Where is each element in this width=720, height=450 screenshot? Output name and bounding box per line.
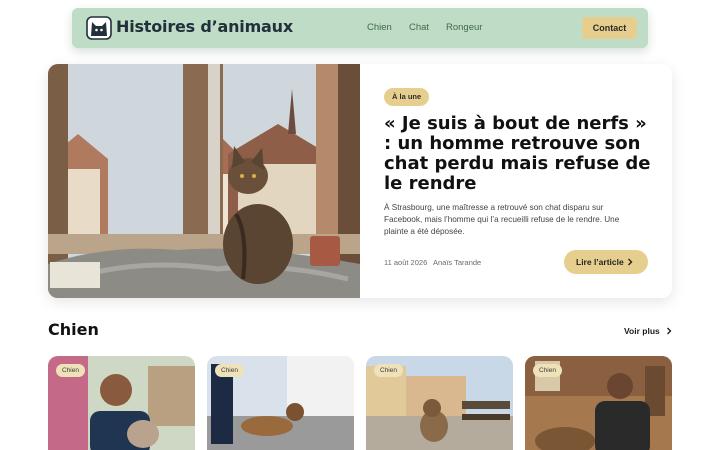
card-category-tag: Chien xyxy=(56,364,85,377)
featured-badge: À la une xyxy=(384,88,430,106)
section-title: Chien xyxy=(48,320,99,339)
featured-article-card[interactable]: À la une « Je suis à bout de nerfs » : u… xyxy=(48,64,672,298)
nav-link-rongeur[interactable]: Rongeur xyxy=(446,22,482,33)
card-category-tag: Chien xyxy=(374,364,403,377)
cat-face-icon[interactable] xyxy=(86,16,112,40)
featured-article-title[interactable]: « Je suis à bout de nerfs » : un homme r… xyxy=(384,114,654,194)
card-category-tag: Chien xyxy=(215,364,244,377)
site-brand[interactable]: Histoires d’animaux xyxy=(116,17,293,36)
nav-link-chat[interactable]: Chat xyxy=(409,22,429,33)
article-card[interactable]: Chien xyxy=(525,356,672,450)
see-more-label: Voir plus xyxy=(624,326,660,336)
see-more-link[interactable]: Voir plus xyxy=(624,326,672,336)
contact-button[interactable]: Contact xyxy=(582,17,637,39)
article-card[interactable]: Chien xyxy=(207,356,354,450)
article-card[interactable]: Chien xyxy=(366,356,513,450)
article-date: 11 août 2026 xyxy=(384,258,428,267)
article-card[interactable]: Chien xyxy=(48,356,195,450)
nav-link-chien[interactable]: Chien xyxy=(367,22,392,33)
featured-article-description: À Strasbourg, une maîtresse a retrouvé s… xyxy=(384,203,620,236)
chevron-right-icon xyxy=(667,327,672,335)
read-article-label: Lire l’article xyxy=(576,257,624,267)
site-header: Histoires d’animaux Chien Chat Rongeur C… xyxy=(72,8,648,48)
article-author: Anaïs Tarande xyxy=(433,258,482,267)
chevron-right-icon xyxy=(628,258,633,266)
card-category-tag: Chien xyxy=(533,364,562,377)
read-article-button[interactable]: Lire l’article xyxy=(564,250,648,274)
featured-article-image[interactable] xyxy=(48,64,360,298)
